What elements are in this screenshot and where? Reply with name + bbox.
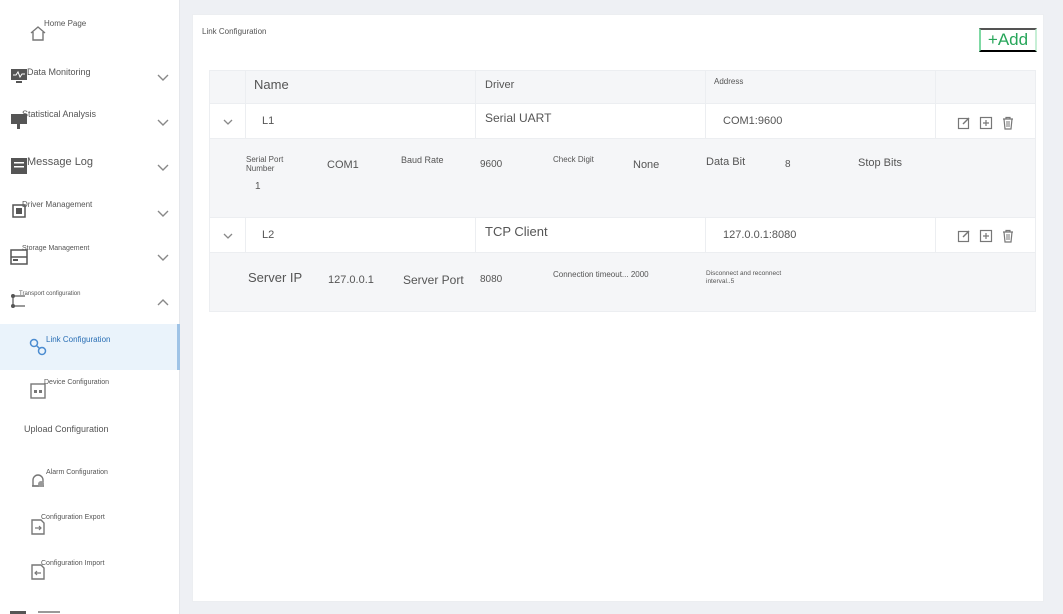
serial-port-label: Serial Port Number — [246, 155, 284, 173]
server-ip-label: Server IP — [248, 270, 303, 285]
header-expand-cell — [210, 71, 246, 103]
sidebar-item-data-monitoring[interactable]: Data Monitoring — [0, 56, 180, 96]
chevron-down-icon — [157, 119, 169, 126]
alarm-icon — [32, 474, 44, 487]
sidebar-item-label: Storage Management — [22, 245, 90, 252]
sidebar: Home Page Data Monitoring Statistical An… — [0, 0, 180, 614]
sidebar-item-label: Upload Configuration — [24, 424, 109, 434]
sidebar-item-device-configuration[interactable]: Device Configuration — [0, 372, 180, 412]
connection-timeout-text: Connection timeout... 2000 — [553, 270, 649, 279]
sidebar-item-configuration-export[interactable]: Configuration Export — [0, 506, 180, 546]
header-address-cell — [706, 71, 936, 103]
server-port-value: 8080 — [480, 274, 503, 285]
sidebar-item-storage-management[interactable]: Storage Management — [0, 238, 180, 280]
page-title: Link Configuration — [202, 27, 267, 36]
trash-icon[interactable] — [1001, 229, 1015, 243]
add-button[interactable]: +Add — [979, 28, 1037, 52]
baud-rate-label: Baud Rate — [401, 155, 444, 165]
data-bit-value: 8 — [785, 159, 791, 170]
check-digit-label: Check Digit — [553, 155, 594, 164]
stop-bits-value: 1 — [255, 181, 261, 192]
sidebar-item-label: Message Log — [27, 156, 94, 168]
link-icon — [29, 338, 47, 356]
server-port-label: Server Port — [403, 273, 464, 287]
edit-icon[interactable] — [957, 229, 971, 243]
chevron-up-icon — [157, 299, 169, 306]
serial-port-value: COM1 — [327, 159, 359, 171]
sidebar-item-label: Device Configuration — [44, 379, 109, 386]
chevron-down-icon — [157, 74, 169, 81]
check-digit-value: None — [633, 159, 660, 171]
chevron-down-icon — [157, 254, 169, 261]
sidebar-item-label: Transport configuration — [19, 291, 81, 297]
sidebar-item-alarm-configuration[interactable]: Alarm Configuration — [0, 460, 180, 500]
row-name: L1 — [262, 115, 275, 127]
row-address: COM1:9600 — [723, 115, 783, 127]
link-table: Name Driver Address L1 Serial UART COM1:… — [209, 70, 1036, 312]
row-address: 127.0.0.1:8080 — [723, 229, 797, 241]
sidebar-item-message-log[interactable]: Message Log — [0, 146, 180, 188]
chevron-down-icon — [157, 210, 169, 217]
reconnect-interval-text: Disconnect and reconnect interval..5 — [706, 270, 782, 285]
sidebar-item-label: Link Configuration — [46, 335, 111, 344]
table-row[interactable]: L1 Serial UART COM1:9600 — [210, 103, 1035, 139]
chevron-down-icon[interactable] — [222, 230, 234, 242]
edit-icon[interactable] — [957, 116, 971, 130]
column-header-address: Address — [714, 77, 744, 86]
sidebar-item-label: Configuration Export — [41, 514, 105, 521]
row-name: L2 — [262, 229, 275, 241]
column-header-name: Name — [254, 77, 289, 92]
sidebar-item-label: Driver Management — [22, 200, 93, 209]
name-cell — [246, 218, 476, 252]
copy-icon[interactable] — [979, 116, 993, 130]
sidebar-item-home[interactable]: Home Page — [0, 10, 180, 44]
sidebar-item-driver-management[interactable]: Driver Management — [0, 192, 180, 234]
sidebar-item-statistical-analysis[interactable]: Statistical Analysis — [0, 100, 180, 144]
stop-bits-label: Stop Bits — [858, 157, 903, 169]
row-driver: Serial UART — [485, 111, 552, 125]
sidebar-item-upload-configuration[interactable]: Upload Configuration — [0, 416, 180, 444]
sidebar-item-link-configuration[interactable]: Link Configuration — [0, 324, 180, 370]
menu-icon — [10, 611, 60, 614]
row-driver: TCP Client — [485, 224, 548, 239]
sidebar-item-label: Home Page — [44, 19, 87, 28]
baud-rate-value: 9600 — [480, 159, 503, 170]
sidebar-item-configuration-import[interactable]: Configuration Import — [0, 552, 180, 592]
chevron-down-icon[interactable] — [222, 116, 234, 128]
trash-icon[interactable] — [1001, 116, 1015, 130]
table-row[interactable]: L2 TCP Client 127.0.0.1:8080 — [210, 217, 1035, 253]
server-ip-value: 127.0.0.1 — [328, 274, 374, 286]
copy-icon[interactable] — [979, 229, 993, 243]
sidebar-item-label: Data Monitoring — [27, 67, 91, 77]
name-cell — [246, 104, 476, 138]
sidebar-item-label: Configuration Import — [41, 560, 105, 567]
log-icon — [11, 158, 27, 174]
column-header-driver: Driver — [485, 79, 515, 91]
sidebar-item-label: Alarm Configuration — [46, 469, 108, 476]
chevron-down-icon — [157, 164, 169, 171]
sidebar-item-label: Statistical Analysis — [22, 109, 97, 119]
main-panel: Link Configuration +Add Name Driver Addr… — [192, 14, 1044, 602]
sidebar-item-transport-configuration[interactable]: Transport configuration — [0, 284, 180, 322]
monitor-icon — [11, 69, 27, 83]
data-bit-label: Data Bit — [706, 156, 746, 168]
